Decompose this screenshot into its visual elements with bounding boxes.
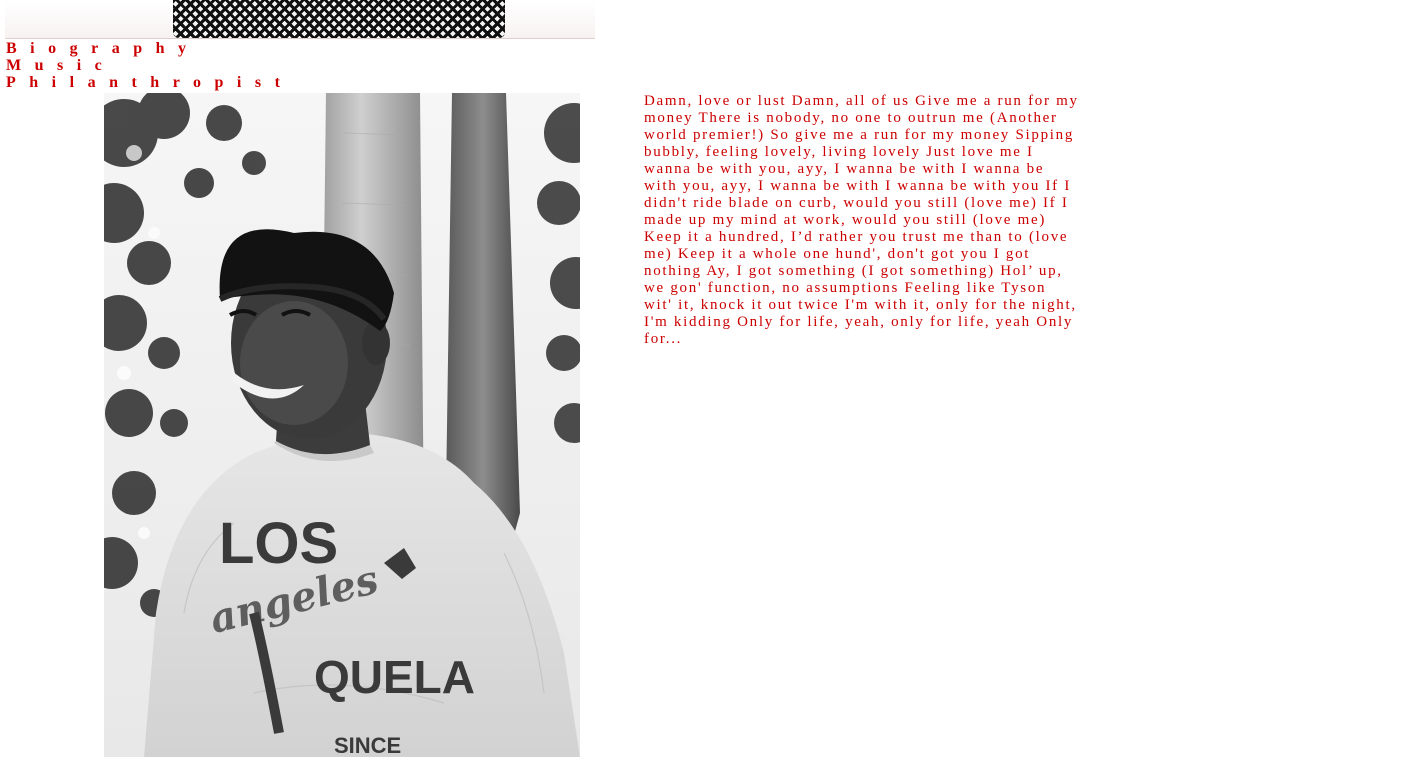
houndstooth-pattern [173,0,505,38]
lyrics-text: Damn, love or lust Damn, all of us Give … [644,93,1079,347]
shirt-print-top: LOS [219,511,338,576]
nav-item-philanthropist[interactable]: Philanthropist [6,74,293,91]
artist-photo: LOS QUELA SINCE angeles [104,93,580,757]
artist-photo-illustration: LOS QUELA SINCE angeles [104,93,580,757]
shirt-print-bottom: SINCE [334,733,401,757]
nav-item-biography[interactable]: Biography [6,40,293,57]
shirt-print-middle: QUELA [314,651,475,703]
banner-divider [5,38,595,39]
header-banner-image [5,0,595,38]
nav-item-music[interactable]: Music [6,57,293,74]
main-nav: Biography Music Philanthropist [6,40,293,91]
